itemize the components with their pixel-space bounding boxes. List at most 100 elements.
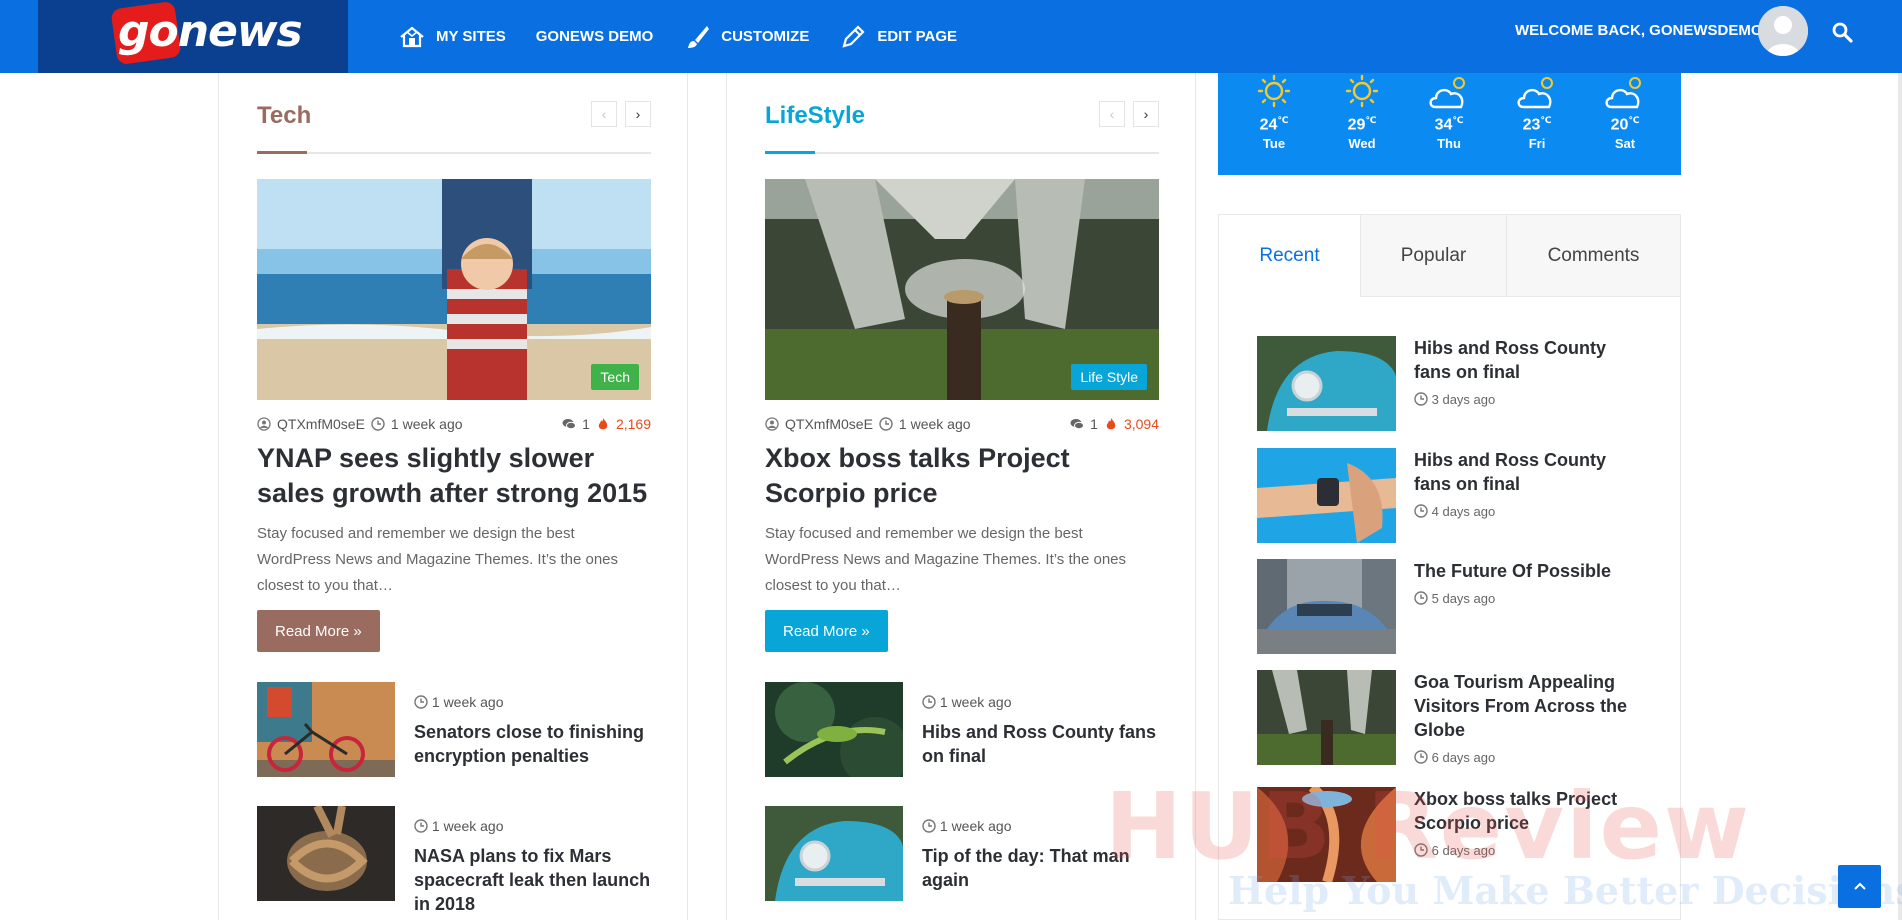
post-thumbnail[interactable]: [257, 682, 395, 777]
block-title[interactable]: LifeStyle: [765, 102, 865, 130]
clock-icon: [414, 695, 428, 709]
nav-customize[interactable]: Customize: [683, 23, 809, 51]
tab-bar: Recent Popular Comments: [1219, 215, 1680, 297]
list-item[interactable]: The Future Of Possible 5 days ago: [1257, 559, 1657, 654]
watermark-title: HUB Review: [1105, 773, 1751, 880]
nav-customize-label: Customize: [721, 28, 810, 45]
cloud-sun-icon: [1429, 77, 1465, 109]
tab-comments[interactable]: Comments: [1506, 215, 1680, 297]
column-divider: [687, 73, 688, 920]
site-logo-area[interactable]: gonews: [38, 0, 348, 73]
tab-recent[interactable]: Recent: [1219, 215, 1360, 297]
post-date: 1 week ago: [390, 416, 463, 432]
post-thumbnail[interactable]: [1257, 448, 1396, 543]
post-thumbnail[interactable]: [765, 682, 903, 777]
site-logo[interactable]: gonews: [118, 6, 303, 57]
category-badge[interactable]: Life Style: [1071, 364, 1147, 390]
list-item[interactable]: 1 week ago NASA plans to fix Mars spacec…: [257, 806, 651, 914]
nav-my-sites[interactable]: My Sites: [398, 23, 506, 51]
next-arrow-button[interactable]: ›: [625, 101, 651, 127]
weather-day-name: Tue: [1262, 136, 1286, 152]
scroll-to-top-button[interactable]: [1838, 865, 1881, 908]
weather-day: 23℃ Fri: [1497, 73, 1577, 151]
comment-count[interactable]: 1: [1090, 416, 1098, 432]
post-date: 4 days ago: [1414, 504, 1495, 519]
list-item[interactable]: 1 week ago Senators close to finishing e…: [257, 682, 651, 777]
prev-arrow-button[interactable]: ‹: [591, 101, 617, 127]
post-date-text: 1 week ago: [939, 818, 1012, 834]
post-date-text: 4 days ago: [1431, 504, 1496, 519]
read-more-button[interactable]: Read More »: [257, 610, 380, 652]
post-title[interactable]: Goa Tourism Appealing Visitors From Acro…: [1414, 670, 1639, 742]
post-title[interactable]: The Future Of Possible: [1414, 559, 1639, 583]
weather-unit: ℃: [1628, 115, 1640, 125]
weather-temp: 34: [1434, 116, 1453, 134]
post-thumbnail[interactable]: [1257, 336, 1396, 431]
post-author[interactable]: QTXmfM0seE: [785, 416, 873, 432]
read-more-button[interactable]: Read More »: [765, 610, 888, 652]
weather-unit: ℃: [1277, 115, 1289, 125]
weather-widget: 24℃ Tue 29℃ Wed 34℃ Thu 23℃ Fri 20℃ Sat: [1218, 73, 1681, 175]
comment-count[interactable]: 1: [582, 416, 590, 432]
weather-unit: ℃: [1452, 115, 1464, 125]
featured-image[interactable]: Tech: [257, 179, 651, 400]
clock-icon: [879, 417, 893, 431]
lifestyle-block: LifeStyle ‹ › Life Style QTXmfM0seE 1 we…: [765, 73, 1159, 901]
nav-edit-page[interactable]: Edit Page: [839, 23, 957, 51]
featured-post-title[interactable]: YNAP sees slightly slower sales growth a…: [257, 441, 651, 511]
search-icon[interactable]: [1830, 20, 1854, 44]
post-title[interactable]: Senators close to finishing encryption p…: [414, 720, 651, 768]
slider-arrows: ‹ ›: [1099, 101, 1159, 127]
chevron-up-icon: [1853, 882, 1866, 890]
bridge-man-image: [1257, 670, 1396, 765]
post-date: 1 week ago: [898, 416, 971, 432]
weather-temp: 20: [1610, 116, 1629, 134]
weather-day: 34℃ Thu: [1409, 73, 1489, 151]
list-item[interactable]: 1 week ago Hibs and Ross County fans on …: [765, 682, 1159, 777]
list-item[interactable]: Hibs and Ross County fans on final 4 day…: [1257, 448, 1657, 543]
post-thumbnail[interactable]: [257, 806, 395, 901]
post-title[interactable]: NASA plans to fix Mars spacecraft leak t…: [414, 844, 651, 916]
pencil-icon: [842, 24, 865, 48]
post-title[interactable]: Hibs and Ross County fans on final: [1414, 448, 1639, 496]
avatar[interactable]: [1758, 6, 1808, 56]
next-arrow-button[interactable]: ›: [1133, 101, 1159, 127]
weather-day-name: Thu: [1437, 136, 1461, 152]
category-badge[interactable]: Tech: [591, 364, 639, 390]
featured-image[interactable]: Life Style: [765, 179, 1159, 400]
weather-day: 20℃ Sat: [1585, 73, 1665, 151]
post-thumbnail[interactable]: [1257, 559, 1396, 654]
tab-popular[interactable]: Popular: [1360, 215, 1506, 297]
sun-icon: [1257, 74, 1291, 108]
blue-car-image: [765, 806, 903, 901]
welcome-user[interactable]: Welcome back, gonewsdemo: [1515, 22, 1763, 39]
block-title[interactable]: Tech: [257, 102, 311, 130]
smartwatch-image: [1257, 448, 1396, 543]
prev-arrow-button[interactable]: ‹: [1099, 101, 1125, 127]
list-item[interactable]: 1 week ago Tip of the day: That man agai…: [765, 806, 1159, 901]
list-item[interactable]: Goa Tourism Appealing Visitors From Acro…: [1257, 670, 1657, 765]
post-date: 1 week ago: [922, 818, 1012, 834]
weather-unit: ℃: [1365, 115, 1377, 125]
comments-icon: [1070, 419, 1085, 430]
nav-gonews-demo[interactable]: goNews Demo: [536, 28, 654, 45]
chevron-left-icon: ‹: [601, 106, 607, 122]
post-author[interactable]: QTXmfM0seE: [277, 416, 365, 432]
view-count: 3,094: [1123, 416, 1159, 432]
block-underline: [765, 152, 1159, 154]
page-scrollbar[interactable]: [1898, 73, 1902, 920]
brush-icon: [688, 25, 710, 48]
post-thumbnail[interactable]: [1257, 670, 1396, 765]
post-thumbnail[interactable]: [765, 806, 903, 901]
post-title[interactable]: Hibs and Ross County fans on final: [922, 720, 1159, 768]
admin-nav: My Sites goNews Demo Customize Edit Page: [398, 0, 957, 73]
chevron-left-icon: ‹: [1109, 106, 1115, 122]
post-date: 6 days ago: [1414, 750, 1495, 765]
post-title[interactable]: Hibs and Ross County fans on final: [1414, 336, 1639, 384]
user-icon: [765, 417, 779, 431]
list-item[interactable]: Hibs and Ross County fans on final 3 day…: [1257, 336, 1657, 431]
featured-post-title[interactable]: Xbox boss talks Project Scorpio price: [765, 441, 1159, 511]
fire-icon: [1106, 418, 1116, 430]
post-date: 3 days ago: [1414, 392, 1495, 407]
weather-temp: 23: [1522, 116, 1541, 134]
